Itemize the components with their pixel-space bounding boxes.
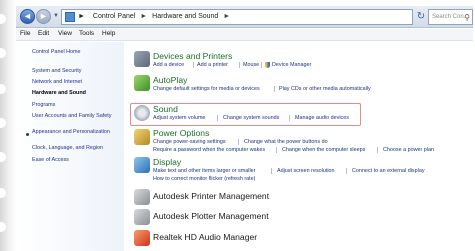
link-device-manager[interactable]: Device Manager — [272, 62, 311, 68]
autoplay-title[interactable]: AutoPlay — [153, 75, 187, 85]
sidebar-item-system-security[interactable]: System and Security — [32, 68, 122, 74]
link-choose-power-plan[interactable]: Choose a power plan — [383, 147, 434, 153]
control-panel-icon — [65, 12, 75, 22]
sidebar-item-user-accounts[interactable]: User Accounts and Family Safety — [32, 113, 122, 119]
recent-pages-dropdown[interactable]: ▼ — [53, 13, 59, 19]
autodesk-printer-icon[interactable] — [134, 189, 150, 205]
menu-bar: File Edit View Tools Help — [16, 29, 473, 41]
breadcrumb-arrow-icon[interactable]: ► — [78, 13, 85, 20]
breadcrumb-separator-icon[interactable]: ► — [223, 13, 230, 20]
sidebar: Control Panel Home System and Security N… — [16, 42, 124, 251]
link-adjust-volume[interactable]: Adjust system volume — [153, 115, 205, 121]
sidebar-item-clock-region[interactable]: Clock, Language, and Region — [32, 145, 122, 151]
current-item-bullet-icon — [26, 133, 29, 136]
devices-printers-icon[interactable] — [134, 51, 150, 67]
realtek-audio-icon[interactable] — [134, 230, 150, 246]
control-panel-window: ◄ ► ▼ ► Control Panel ► Hardware and Sou… — [16, 6, 473, 251]
link-mouse[interactable]: Mouse — [243, 62, 259, 68]
speaker-icon[interactable] — [134, 105, 150, 121]
autodesk-printer-title[interactable]: Autodesk Printer Management — [153, 191, 269, 201]
link-screen-resolution[interactable]: Adjust screen resolution — [277, 168, 335, 174]
link-add-printer[interactable]: Add a printer — [197, 62, 228, 68]
display-icon[interactable] — [134, 157, 150, 173]
link-computer-sleeps[interactable]: Change when the computer sleeps — [282, 147, 365, 153]
menu-help[interactable]: Help — [102, 30, 115, 37]
devices-printers-title[interactable]: Devices and Printers — [153, 51, 232, 61]
link-autoplay-defaults[interactable]: Change default settings for media or dev… — [153, 86, 260, 92]
display-title[interactable]: Display — [153, 157, 181, 167]
sidebar-item-appearance[interactable]: Appearance and Personalization — [32, 129, 122, 135]
link-power-buttons[interactable]: Change what the power buttons do — [244, 139, 328, 145]
link-add-device[interactable]: Add a device — [153, 62, 184, 68]
menu-view[interactable]: View — [58, 30, 72, 37]
breadcrumb-control-panel[interactable]: Control Panel — [93, 13, 135, 20]
link-require-password[interactable]: Require a password when the computer wak… — [153, 147, 265, 153]
breadcrumb-separator-icon[interactable]: ► — [140, 13, 147, 20]
sidebar-item-home[interactable]: Control Panel Home — [32, 49, 122, 55]
main-content: Devices and Printers Add a device Add a … — [124, 42, 473, 251]
address-bar: ◄ ► ▼ ► Control Panel ► Hardware and Sou… — [16, 6, 473, 28]
sound-title[interactable]: Sound — [153, 104, 178, 114]
admin-shield-icon — [265, 62, 270, 68]
search-icon[interactable]: ⚲ — [464, 11, 470, 25]
power-options-icon[interactable] — [134, 129, 150, 145]
sidebar-item-network[interactable]: Network and Internet — [32, 79, 122, 85]
link-manage-audio-devices[interactable]: Manage audio devices — [295, 115, 349, 121]
power-options-title[interactable]: Power Options — [153, 128, 209, 138]
realtek-title[interactable]: Realtek HD Audio Manager — [153, 232, 257, 242]
link-play-cds[interactable]: Play CDs or other media automatically — [279, 86, 371, 92]
address-field[interactable]: ► Control Panel ► Hardware and Sound ► — [61, 9, 413, 25]
link-external-display[interactable]: Connect to an external display — [352, 168, 425, 174]
search-input[interactable]: Search Con... ⚲ — [428, 9, 473, 25]
link-monitor-flicker[interactable]: How to correct monitor flicker (refresh … — [153, 176, 255, 182]
link-text-size[interactable]: Make text and other items larger or smal… — [153, 168, 255, 174]
autoplay-icon[interactable] — [134, 75, 150, 91]
refresh-button[interactable]: ↻ — [415, 10, 427, 24]
sidebar-item-programs[interactable]: Programs — [32, 102, 122, 108]
forward-button[interactable]: ► — [36, 9, 51, 24]
link-power-saving[interactable]: Change power-saving settings — [153, 139, 226, 145]
menu-tools[interactable]: Tools — [79, 30, 94, 37]
autodesk-plotter-icon[interactable] — [134, 209, 150, 225]
back-button[interactable]: ◄ — [20, 9, 35, 24]
torn-paper-edge — [0, 0, 16, 251]
breadcrumb-hardware-and-sound[interactable]: Hardware and Sound — [152, 13, 218, 20]
menu-file[interactable]: File — [20, 30, 30, 37]
menu-edit[interactable]: Edit — [38, 30, 49, 37]
autodesk-plotter-title[interactable]: Autodesk Plotter Management — [153, 211, 269, 221]
sidebar-item-hardware-sound: Hardware and Sound — [32, 90, 86, 96]
sidebar-item-ease-of-access[interactable]: Ease of Access — [32, 157, 122, 163]
link-change-system-sounds[interactable]: Change system sounds — [223, 115, 279, 121]
